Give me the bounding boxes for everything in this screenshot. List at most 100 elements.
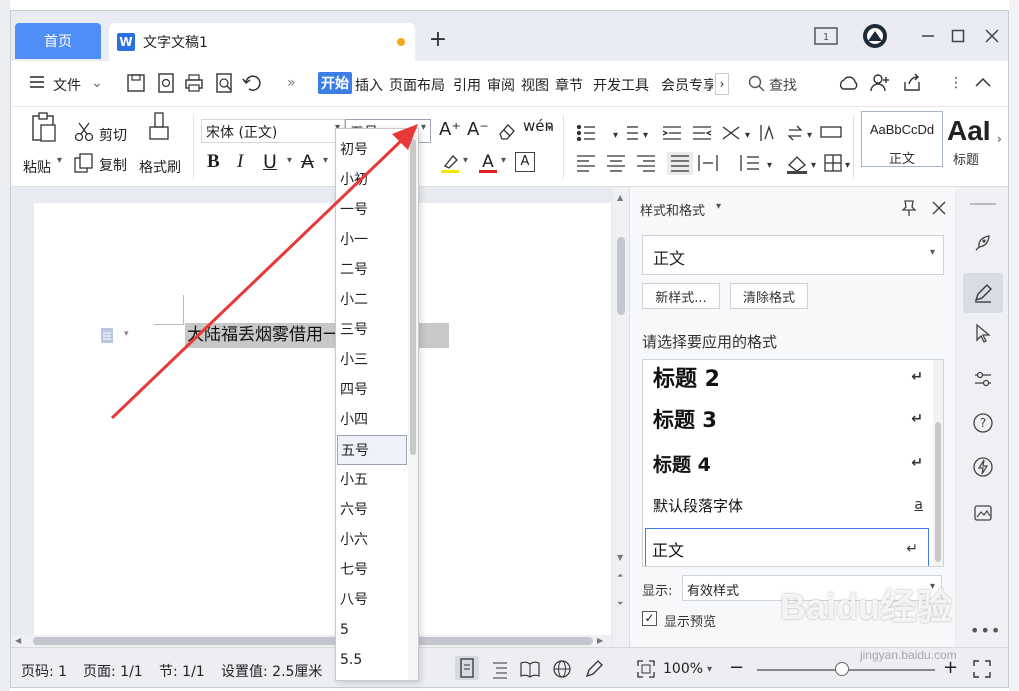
chevron-right-icon[interactable]: › [997, 111, 1008, 167]
status-page[interactable]: 页面: 1/1 [83, 661, 143, 681]
style-item-default-font[interactable]: 默认段落字体 a [653, 484, 933, 526]
highlight-icon[interactable] [439, 152, 461, 174]
chevron-down-icon[interactable]: ▾ [287, 155, 292, 166]
tab-home[interactable]: 首页 [15, 23, 101, 59]
hamburger-icon[interactable] [27, 72, 49, 94]
image-tool-icon[interactable] [969, 499, 997, 527]
scrollbar-thumb[interactable] [935, 422, 941, 562]
font-name-select[interactable]: 宋体 (正文) ▾ [201, 119, 345, 143]
scroll-right-icon[interactable]: ▶ [597, 636, 603, 645]
font-size-option[interactable]: 八号 [337, 585, 407, 615]
scissors-icon[interactable] [73, 121, 95, 143]
zoom-slider-handle[interactable] [835, 662, 849, 676]
font-size-option[interactable]: 小二 [337, 285, 407, 315]
tab-review[interactable]: 审阅 [487, 75, 515, 95]
scroll-down-icon[interactable]: ▼ [617, 553, 623, 562]
more-quick-icon[interactable]: » [287, 75, 296, 91]
font-size-option[interactable]: 初号 [337, 135, 407, 165]
font-size-option[interactable]: 5 [337, 615, 407, 645]
italic-icon[interactable]: I [237, 151, 243, 173]
pen-icon[interactable] [583, 658, 605, 680]
style-normal-preset[interactable]: AaBbCcDd 正文 [861, 111, 943, 167]
tab-page-layout[interactable]: 页面布局 [389, 75, 445, 95]
font-size-option[interactable]: 5.5 [337, 645, 407, 675]
tab-reference[interactable]: 引用 [453, 75, 481, 95]
chevron-down-icon[interactable]: ▾ [124, 329, 129, 339]
collapse-ribbon-icon[interactable] [973, 72, 995, 94]
strikethrough-icon[interactable]: A [301, 151, 314, 173]
font-size-option[interactable]: 五号 [337, 435, 407, 465]
more-vertical-icon[interactable]: ⋮ [949, 75, 963, 91]
new-tab-button[interactable]: + [427, 29, 449, 51]
grow-font-icon[interactable]: A⁺ [439, 119, 461, 140]
fit-page-icon[interactable] [635, 658, 657, 680]
close-icon[interactable] [981, 25, 1003, 47]
scrollbar-thumb[interactable] [33, 637, 593, 645]
tab-member[interactable]: 会员专享 [661, 75, 713, 95]
font-size-option[interactable]: 小初 [337, 165, 407, 195]
paste-icon[interactable] [29, 111, 59, 143]
font-size-option[interactable]: 小一 [337, 225, 407, 255]
more-horizontal-icon[interactable]: ••• [970, 621, 1001, 640]
tab-insert[interactable]: 插入 [355, 75, 383, 95]
export-pdf-icon[interactable] [155, 72, 177, 94]
print-icon[interactable] [183, 72, 205, 94]
font-size-option[interactable]: 四号 [337, 375, 407, 405]
current-style-select[interactable]: 正文 ▾ [642, 235, 944, 275]
chevron-down-icon[interactable]: ▾ [501, 155, 506, 166]
paste-dropdown-icon[interactable]: ▾ [57, 155, 62, 166]
scrollbar-thumb[interactable] [617, 237, 625, 315]
style-item-normal[interactable]: 正文 ↵ [645, 528, 929, 566]
size-list-scrollbar[interactable] [408, 129, 418, 680]
font-size-option[interactable]: 二号 [337, 255, 407, 285]
vertical-scrollbar[interactable]: ▲ ▼ ⏶ ⏷ [613, 187, 629, 647]
document-page[interactable]: ▾ 大陆福丢烟雾借用一个小时的 [34, 203, 611, 647]
font-size-option[interactable]: 小六 [337, 525, 407, 555]
sliders-icon[interactable] [969, 365, 997, 393]
web-view-icon[interactable] [551, 658, 573, 680]
window-layout-icon[interactable]: 1 [813, 25, 839, 47]
new-style-button[interactable]: 新样式... [642, 283, 720, 309]
rocket-icon[interactable] [969, 229, 997, 257]
shrink-font-icon[interactable]: A⁻ [467, 119, 489, 140]
print-preview-icon[interactable] [213, 72, 235, 94]
bold-icon[interactable]: B [207, 151, 220, 173]
prev-page-icon[interactable]: ⏶ [617, 571, 623, 581]
tab-chapter[interactable]: 章节 [555, 75, 583, 95]
tab-developer[interactable]: 开发工具 [593, 75, 649, 95]
format-painter-icon[interactable] [147, 111, 171, 143]
fullscreen-icon[interactable] [971, 658, 993, 680]
search-label[interactable]: 查找 [769, 75, 797, 95]
minimize-icon[interactable] [917, 25, 939, 47]
chevron-down-icon[interactable]: ▾ [547, 123, 552, 134]
font-size-option[interactable]: 三号 [337, 315, 407, 345]
cloud-icon[interactable] [837, 72, 859, 94]
tab-view[interactable]: 视图 [521, 75, 549, 95]
undo-icon[interactable] [241, 72, 263, 94]
style-item-heading-4[interactable]: 标题 4 ↵ [653, 442, 933, 484]
lightning-icon[interactable] [969, 453, 997, 481]
next-page-icon[interactable]: ⏷ [617, 599, 623, 609]
cursor-icon[interactable] [969, 319, 997, 347]
font-size-option[interactable]: 一号 [337, 195, 407, 225]
status-setting[interactable]: 设置值: 2.5厘米 [221, 661, 322, 681]
pin-icon[interactable] [900, 199, 918, 217]
paste-label[interactable]: 粘贴 [23, 157, 51, 177]
style-item-heading-2[interactable]: 标题 2 ↵ [653, 360, 933, 398]
zoom-level[interactable]: 100% [663, 661, 703, 677]
tab-start[interactable]: 开始 [318, 72, 352, 94]
preview-checkbox[interactable]: ✓ [642, 611, 657, 626]
font-size-option[interactable]: 七号 [337, 555, 407, 585]
status-page-code[interactable]: 页码: 1 [21, 661, 67, 681]
char-border-icon[interactable]: A [515, 152, 535, 172]
maximize-icon[interactable] [947, 25, 969, 47]
add-user-icon[interactable] [869, 72, 891, 94]
avatar[interactable] [861, 24, 889, 48]
chevron-right-icon[interactable]: › [715, 73, 729, 95]
eraser-icon[interactable] [497, 121, 517, 141]
horizontal-scrollbar[interactable]: ◀ ▶ [11, 635, 611, 647]
font-size-option[interactable]: 小五 [337, 465, 407, 495]
save-icon[interactable] [125, 72, 147, 94]
reading-view-icon[interactable] [519, 658, 541, 680]
status-section[interactable]: 节: 1/1 [159, 661, 205, 681]
